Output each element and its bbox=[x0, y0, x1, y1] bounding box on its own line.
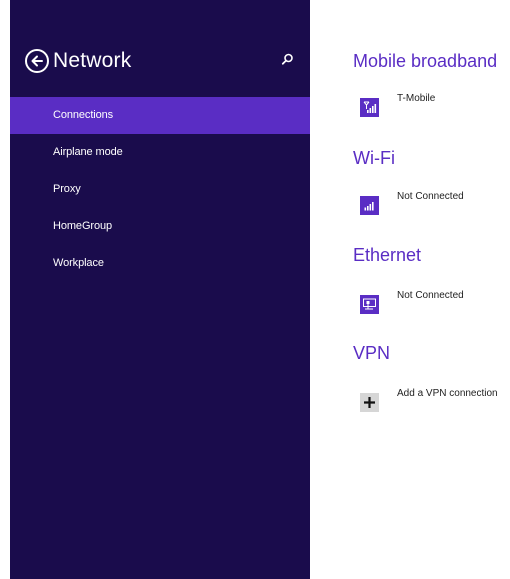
sidebar-item-workplace[interactable]: Workplace bbox=[10, 245, 310, 282]
wifi-status-label: Not Connected bbox=[397, 191, 464, 202]
connections-panel: Mobile broadband T-Mobile Wi-Fi Not Conn… bbox=[353, 0, 510, 579]
page-title: Network bbox=[53, 49, 132, 72]
sidebar-item-airplane-mode[interactable]: Airplane mode bbox=[10, 134, 310, 171]
wifi-entry[interactable]: Not Connected bbox=[360, 191, 510, 224]
mobile-broadband-entry[interactable]: T-Mobile bbox=[360, 93, 510, 126]
sidebar-item-connections[interactable]: Connections bbox=[10, 97, 310, 134]
add-vpn-label: Add a VPN connection bbox=[397, 388, 498, 399]
section-title-wifi: Wi-Fi bbox=[353, 148, 395, 168]
sidebar-item-proxy[interactable]: Proxy bbox=[10, 171, 310, 208]
sidebar-item-homegroup[interactable]: HomeGroup bbox=[10, 208, 310, 245]
ethernet-icon bbox=[360, 295, 379, 314]
wifi-signal-icon bbox=[360, 196, 379, 215]
search-icon[interactable] bbox=[278, 51, 296, 69]
add-vpn-connection-button[interactable]: Add a VPN connection bbox=[360, 388, 510, 421]
section-title-mobile-broadband: Mobile broadband bbox=[353, 51, 498, 71]
back-arrow-icon[interactable] bbox=[25, 49, 49, 73]
settings-sidebar: Network Connections Airplane mode Proxy … bbox=[10, 0, 310, 579]
mobile-broadband-label: T-Mobile bbox=[397, 93, 436, 104]
section-title-ethernet: Ethernet bbox=[353, 245, 422, 265]
cellular-signal-icon bbox=[360, 98, 379, 117]
sidebar-header: Network bbox=[10, 47, 310, 75]
ethernet-status-label: Not Connected bbox=[397, 290, 464, 301]
section-title-vpn: VPN bbox=[353, 343, 391, 363]
ethernet-entry[interactable]: Not Connected bbox=[360, 290, 510, 323]
plus-icon bbox=[360, 393, 379, 412]
sidebar-nav: Connections Airplane mode Proxy HomeGrou… bbox=[10, 97, 310, 282]
